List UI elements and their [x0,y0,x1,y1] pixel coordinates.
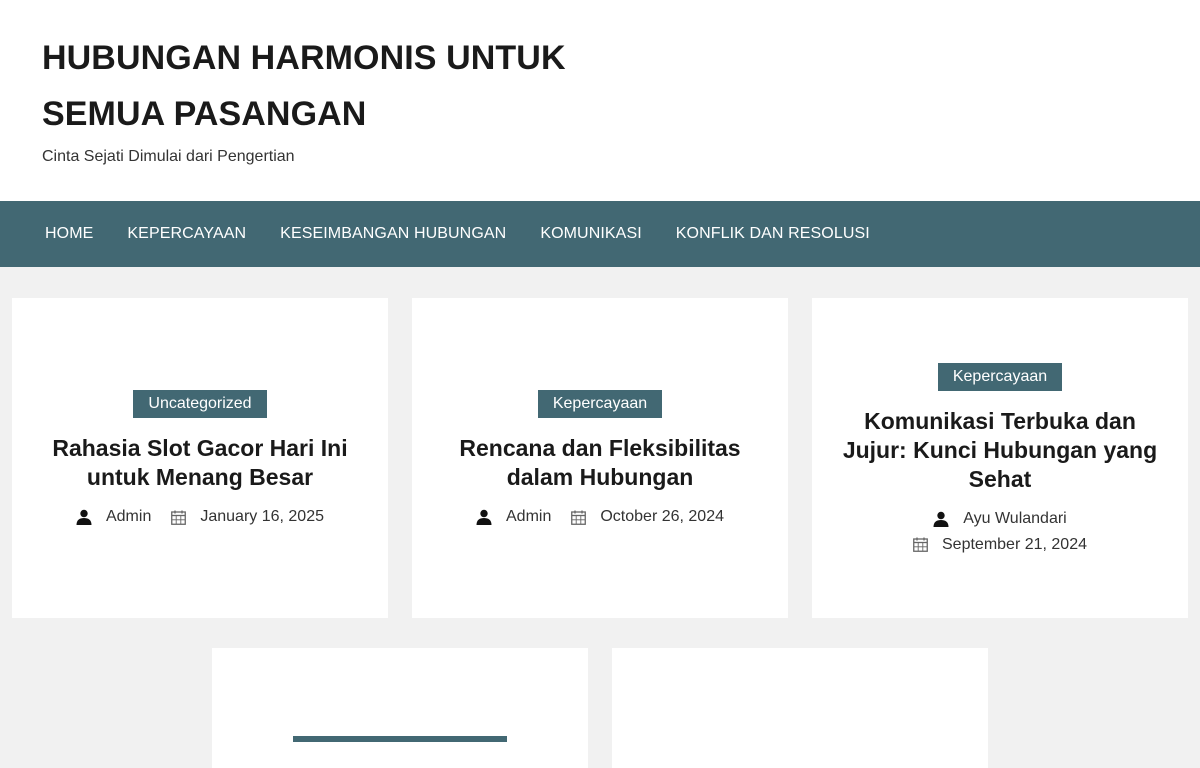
post-author[interactable]: Admin [76,508,151,526]
post-date[interactable]: October 26, 2024 [571,508,724,526]
post-title[interactable]: Komunikasi Terbuka dan Jujur: Kunci Hubu… [842,407,1158,494]
post-meta: Admin October 26, 2024 [466,508,734,526]
nav-item-keseimbangan-hubungan[interactable]: KESEIMBANGAN HUBUNGAN [280,225,506,243]
date-text: October 26, 2024 [600,508,724,525]
post-card: Kepercayaan Komunikasi Terbuka dan Jujur… [812,298,1188,618]
date-text: September 21, 2024 [942,535,1087,553]
category-badge[interactable]: Kepercayaan [537,390,663,418]
post-card-partial [212,648,588,768]
post-author[interactable]: Ayu Wulandari [933,509,1067,528]
main-navigation: HOME KEPERCAYAAN KESEIMBANGAN HUBUNGAN K… [0,201,1200,267]
user-icon [476,509,492,525]
post-meta: Admin January 16, 2025 [66,508,334,526]
post-date[interactable]: January 16, 2025 [171,508,324,526]
post-title[interactable]: Rahasia Slot Gacor Hari Ini untuk Menang… [42,434,358,492]
post-card-partial [612,648,988,768]
author-name: Admin [506,508,552,525]
post-card: Uncategorized Rahasia Slot Gacor Hari In… [12,298,388,618]
post-author[interactable]: Admin [476,508,551,526]
nav-item-konflik-dan-resolusi[interactable]: KONFLIK DAN RESOLUSI [676,225,870,243]
post-card: Kepercayaan Rencana dan Fleksibilitas da… [412,298,788,618]
site-title[interactable]: HUBUNGAN HARMONIS UNTUK SEMUA PASANGAN [42,30,602,142]
date-text: January 16, 2025 [200,508,324,525]
site-header: HUBUNGAN HARMONIS UNTUK SEMUA PASANGAN C… [0,0,1200,201]
author-name: Admin [105,508,152,525]
calendar-icon [913,537,928,552]
user-icon [933,511,949,527]
user-icon [76,509,92,525]
post-meta: Ayu Wulandari September 21, 2024 [903,510,1097,554]
category-badge[interactable]: Uncategorized [133,390,267,418]
nav-item-kepercayaan[interactable]: KEPERCAYAAN [127,225,246,243]
post-title[interactable]: Rencana dan Fleksibilitas dalam Hubungan [442,434,758,492]
calendar-icon [571,510,587,525]
nav-item-komunikasi[interactable]: KOMUNIKASI [540,225,641,243]
calendar-icon [171,510,187,525]
category-badge-partial[interactable] [293,736,507,742]
nav-item-home[interactable]: HOME [45,225,93,243]
author-name: Ayu Wulandari [963,509,1067,527]
site-tagline: Cinta Sejati Dimulai dari Pengertian [42,148,295,165]
post-date[interactable]: September 21, 2024 [913,536,1087,554]
category-badge[interactable]: Kepercayaan [937,362,1063,391]
